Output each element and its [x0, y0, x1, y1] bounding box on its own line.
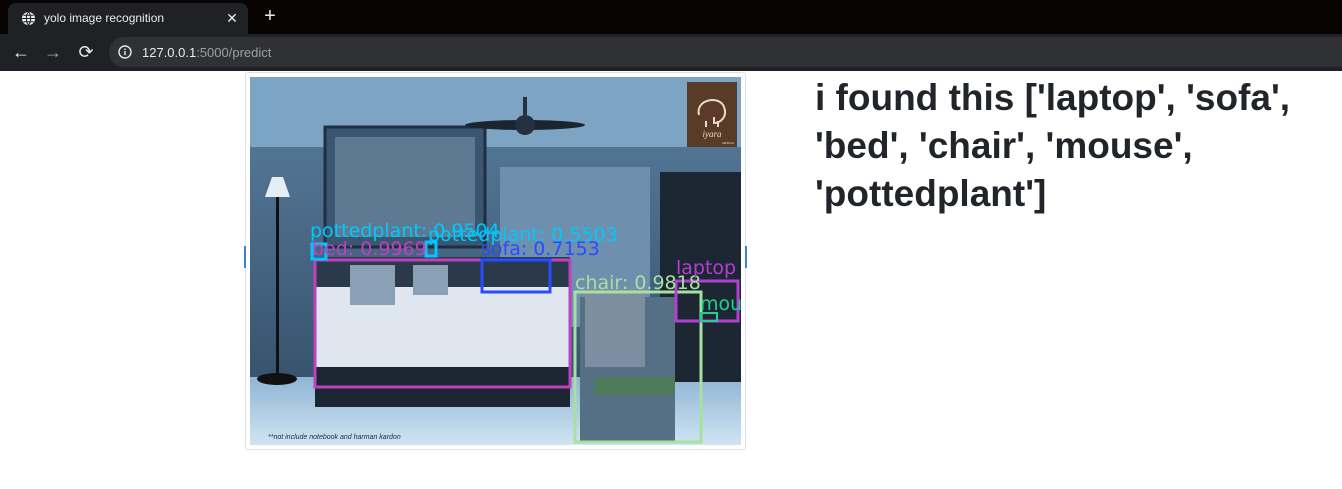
page-content: iyara DESIGN pottedplant: 0.9504 pottedp…: [0, 71, 1342, 489]
detection-photo: iyara DESIGN pottedplant: 0.9504 pottedp…: [250, 77, 741, 445]
detection-label: bed: 0.9969: [312, 238, 427, 260]
url-text[interactable]: 127.0.0.1:5000/predict: [142, 45, 271, 60]
browser-tab[interactable]: yolo image recognition ✕: [8, 3, 248, 34]
prediction-image: iyara DESIGN pottedplant: 0.9504 pottedp…: [245, 72, 746, 450]
resize-handle[interactable]: [244, 246, 246, 268]
address-bar[interactable]: 127.0.0.1:5000/predict: [109, 37, 1342, 67]
forward-button[interactable]: →: [43, 42, 63, 62]
prediction-result-text: i found this ['laptop', 'sofa', 'bed', '…: [815, 77, 1291, 214]
info-icon[interactable]: [118, 45, 132, 59]
photo-footnote: **not include notebook and harman kardon: [268, 434, 401, 441]
pillow-patterned: [413, 265, 448, 295]
tab-title: yolo image recognition: [44, 11, 165, 25]
floor-lamp-pole: [276, 197, 279, 377]
pillow-patterned: [350, 265, 395, 305]
detection-label: mouse: [700, 293, 741, 315]
floor-lamp-base: [257, 373, 297, 385]
chair-cushion: [585, 287, 645, 367]
url-path: :5000/predict: [196, 45, 272, 60]
back-button[interactable]: ←: [11, 42, 31, 62]
logo-subtext: DESIGN: [722, 141, 734, 145]
browser-toolbar: ← → ⟳ 127.0.0.1:5000/predict: [0, 34, 1342, 71]
resize-handle[interactable]: [745, 246, 747, 268]
logo-wordmark: iyara: [703, 129, 722, 139]
chair-seat: [595, 377, 675, 395]
reload-button[interactable]: ⟳: [76, 42, 96, 62]
browser-tab-strip: yolo image recognition ✕ +: [0, 0, 1342, 34]
close-tab-icon[interactable]: ✕: [224, 10, 240, 26]
ceiling-fan-rod: [523, 97, 527, 121]
globe-icon: [21, 11, 36, 26]
url-host: 127.0.0.1: [142, 45, 197, 60]
detection-label: sofa: 0.7153: [481, 238, 600, 260]
detection-label: laptop: [676, 257, 736, 279]
new-tab-button[interactable]: +: [260, 6, 280, 26]
